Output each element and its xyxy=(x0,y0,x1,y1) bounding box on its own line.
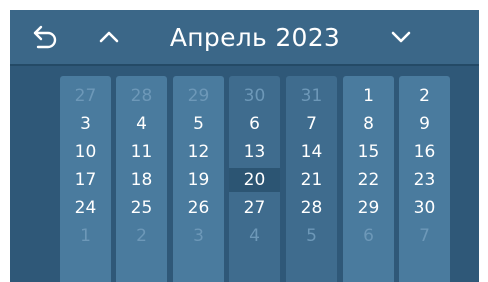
other-month-day-cell[interactable]: 30 xyxy=(229,84,280,108)
next-month-button[interactable] xyxy=(380,10,422,64)
day-cell[interactable]: 10 xyxy=(60,140,111,164)
other-month-day-cell[interactable]: 6 xyxy=(343,224,394,248)
other-month-day-cell[interactable]: 1 xyxy=(60,224,111,248)
day-cell[interactable]: 28 xyxy=(286,196,337,220)
day-cell[interactable]: 26 xyxy=(173,196,224,220)
other-month-day-cell[interactable]: 3 xyxy=(173,224,224,248)
other-month-day-cell[interactable]: 2 xyxy=(116,224,167,248)
other-month-day-cell[interactable]: 28 xyxy=(116,84,167,108)
selected-day-cell[interactable]: 20 xyxy=(229,168,280,192)
day-cell[interactable]: 30 xyxy=(399,196,450,220)
month-title: Апрель 2023 xyxy=(169,22,341,52)
day-cell[interactable]: 13 xyxy=(229,140,280,164)
day-cell[interactable]: 22 xyxy=(343,168,394,192)
calendar-screen: Апрель 2023 27 28 29 30 31 1 2 3 4 5 6 7 8 9 10 11 12 13 1… xyxy=(10,10,479,282)
day-cell[interactable]: 4 xyxy=(116,112,167,136)
chevron-up-icon xyxy=(99,31,119,43)
day-cell[interactable]: 15 xyxy=(343,140,394,164)
day-cell[interactable]: 14 xyxy=(286,140,337,164)
day-cell[interactable]: 16 xyxy=(399,140,450,164)
day-cell[interactable]: 18 xyxy=(116,168,167,192)
chevron-down-icon xyxy=(391,31,411,43)
day-cell[interactable]: 8 xyxy=(343,112,394,136)
other-month-day-cell[interactable]: 5 xyxy=(286,224,337,248)
other-month-day-cell[interactable]: 7 xyxy=(399,224,450,248)
day-cell[interactable]: 11 xyxy=(116,140,167,164)
day-cell[interactable]: 17 xyxy=(60,168,111,192)
day-cell[interactable]: 12 xyxy=(173,140,224,164)
day-cell[interactable]: 27 xyxy=(229,196,280,220)
day-cell[interactable]: 21 xyxy=(286,168,337,192)
undo-arrow-icon xyxy=(33,25,57,49)
day-cell[interactable]: 2 xyxy=(399,84,450,108)
calendar-header: Апрель 2023 xyxy=(10,10,479,66)
other-month-day-cell[interactable]: 29 xyxy=(173,84,224,108)
other-month-day-cell[interactable]: 27 xyxy=(60,84,111,108)
other-month-day-cell[interactable]: 4 xyxy=(229,224,280,248)
previous-month-button[interactable] xyxy=(88,10,130,64)
day-cell[interactable]: 25 xyxy=(116,196,167,220)
day-cell[interactable]: 6 xyxy=(229,112,280,136)
day-cell[interactable]: 29 xyxy=(343,196,394,220)
day-cell[interactable]: 5 xyxy=(173,112,224,136)
day-cell[interactable]: 9 xyxy=(399,112,450,136)
day-cell[interactable]: 19 xyxy=(173,168,224,192)
day-cell[interactable]: 7 xyxy=(286,112,337,136)
day-cell[interactable]: 1 xyxy=(343,84,394,108)
day-cell[interactable]: 23 xyxy=(399,168,450,192)
other-month-day-cell[interactable]: 31 xyxy=(286,84,337,108)
day-grid: 27 28 29 30 31 1 2 3 4 5 6 7 8 9 10 11 12 13 14 15 16 17 18 19 2… xyxy=(10,66,479,282)
back-button[interactable] xyxy=(24,10,68,64)
day-cell[interactable]: 3 xyxy=(60,112,111,136)
day-cell[interactable]: 24 xyxy=(60,196,111,220)
